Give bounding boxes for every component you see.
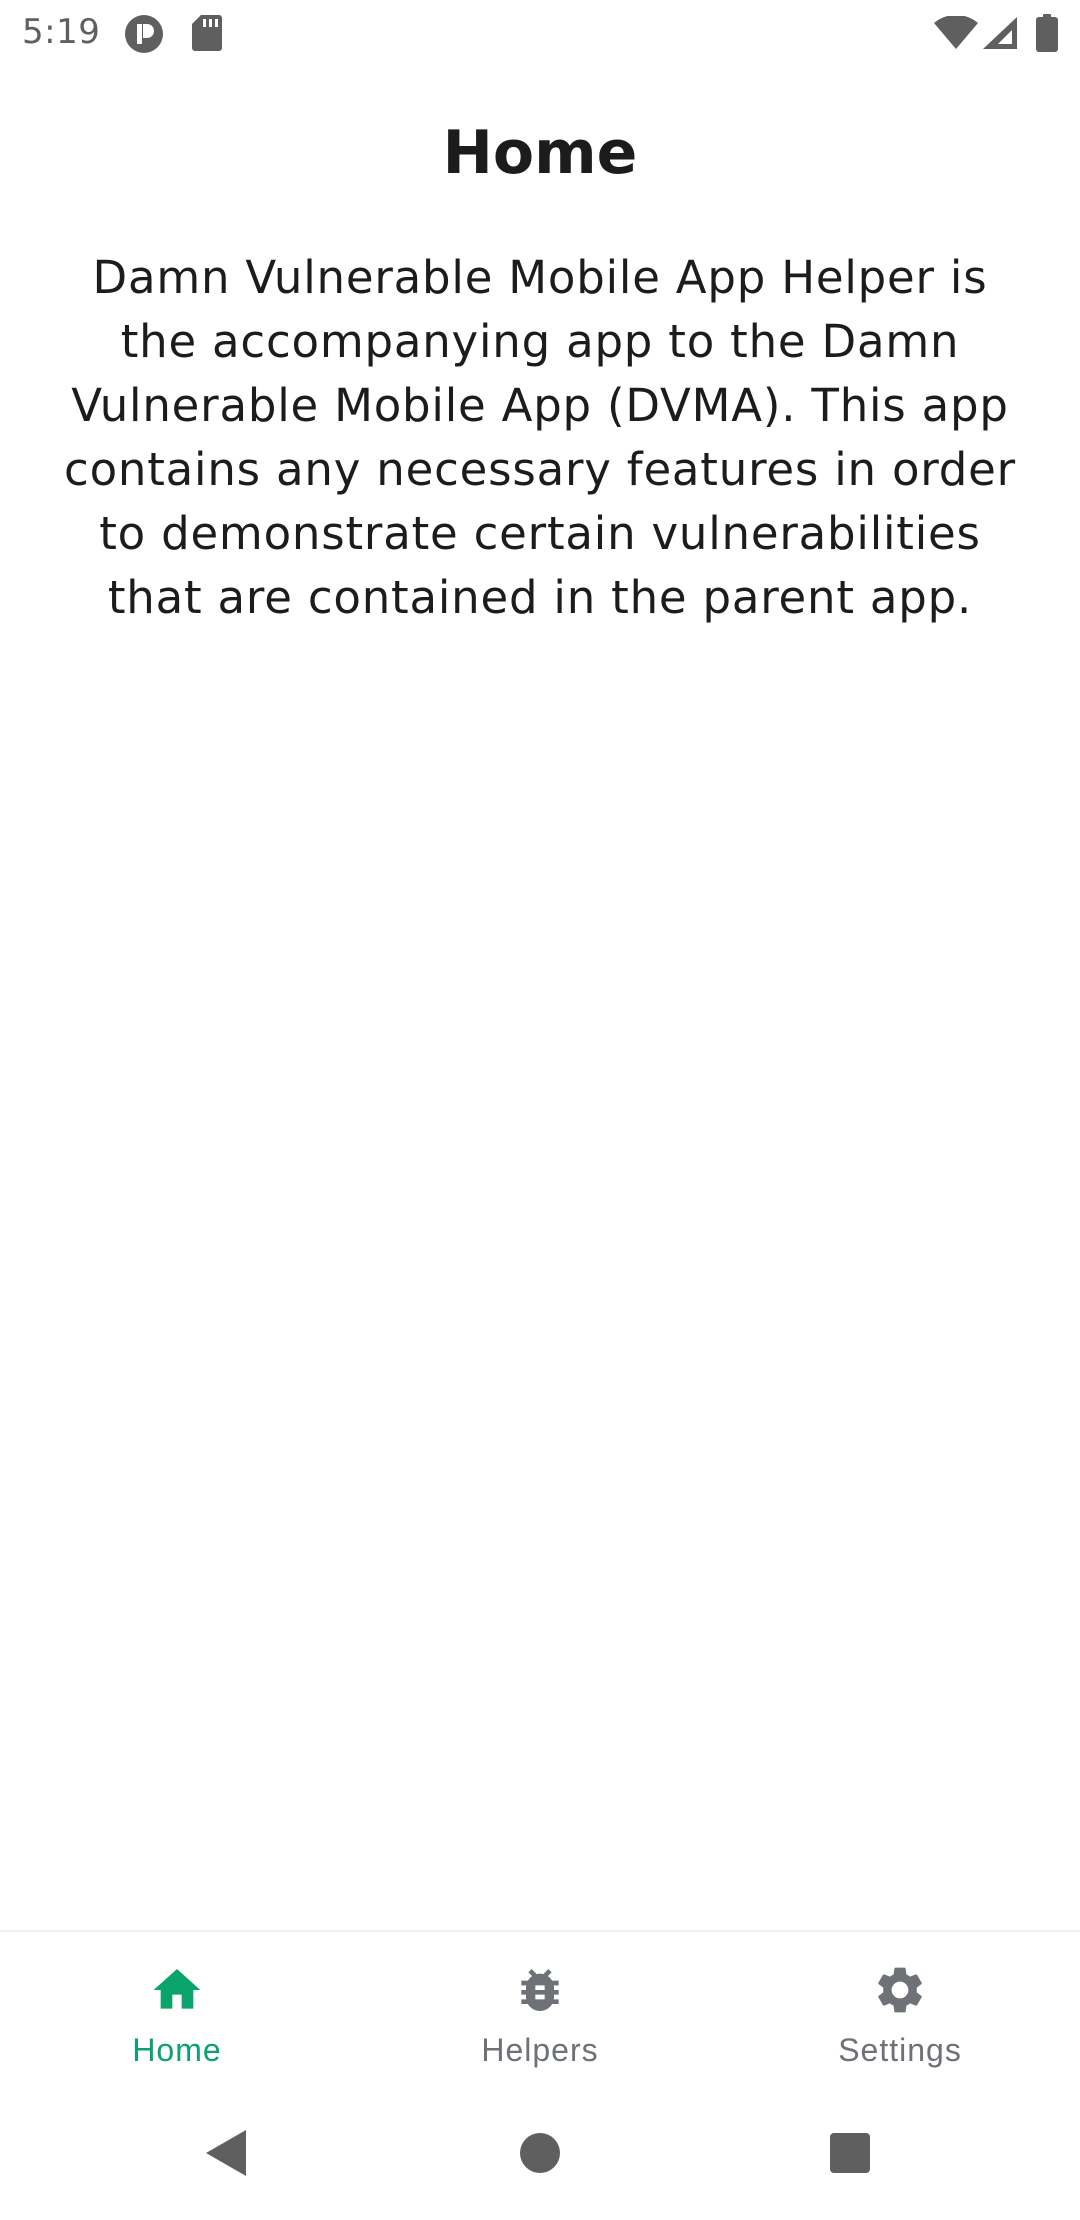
nav-label-home: Home — [132, 2032, 222, 2068]
bug-icon — [521, 1969, 559, 2011]
wifi-icon — [934, 16, 978, 49]
bottom-navigation: Home Helpers Settings — [0, 1930, 1080, 2090]
back-icon[interactable] — [204, 2128, 248, 2178]
nav-item-helpers[interactable]: Helpers — [360, 1932, 720, 2092]
battery-icon — [1036, 14, 1058, 52]
app-notification-icon — [125, 15, 163, 53]
nav-item-home[interactable]: Home — [0, 1932, 357, 2092]
nav-item-settings[interactable]: Settings — [720, 1932, 1080, 2092]
page-title: Home — [442, 118, 638, 188]
intro-description: Damn Vulnerable Mobile App Helper is the… — [64, 251, 1016, 624]
sd-card-icon — [192, 15, 222, 51]
recents-icon[interactable] — [828, 2128, 872, 2178]
system-navigation-bar — [0, 2090, 1080, 2220]
app-screen: 5:19 Home Damn Vulnerable Mobile App Hel… — [0, 0, 1080, 2220]
status-time: 5:19 — [22, 12, 101, 52]
cell-signal-icon — [983, 17, 1017, 49]
nav-label-helpers: Helpers — [481, 2032, 599, 2068]
home-circle-icon[interactable] — [518, 2128, 562, 2178]
gear-icon — [878, 1967, 922, 2013]
status-bar: 5:19 — [0, 0, 1080, 66]
home-icon — [153, 1969, 201, 2009]
nav-label-settings: Settings — [838, 2032, 962, 2068]
